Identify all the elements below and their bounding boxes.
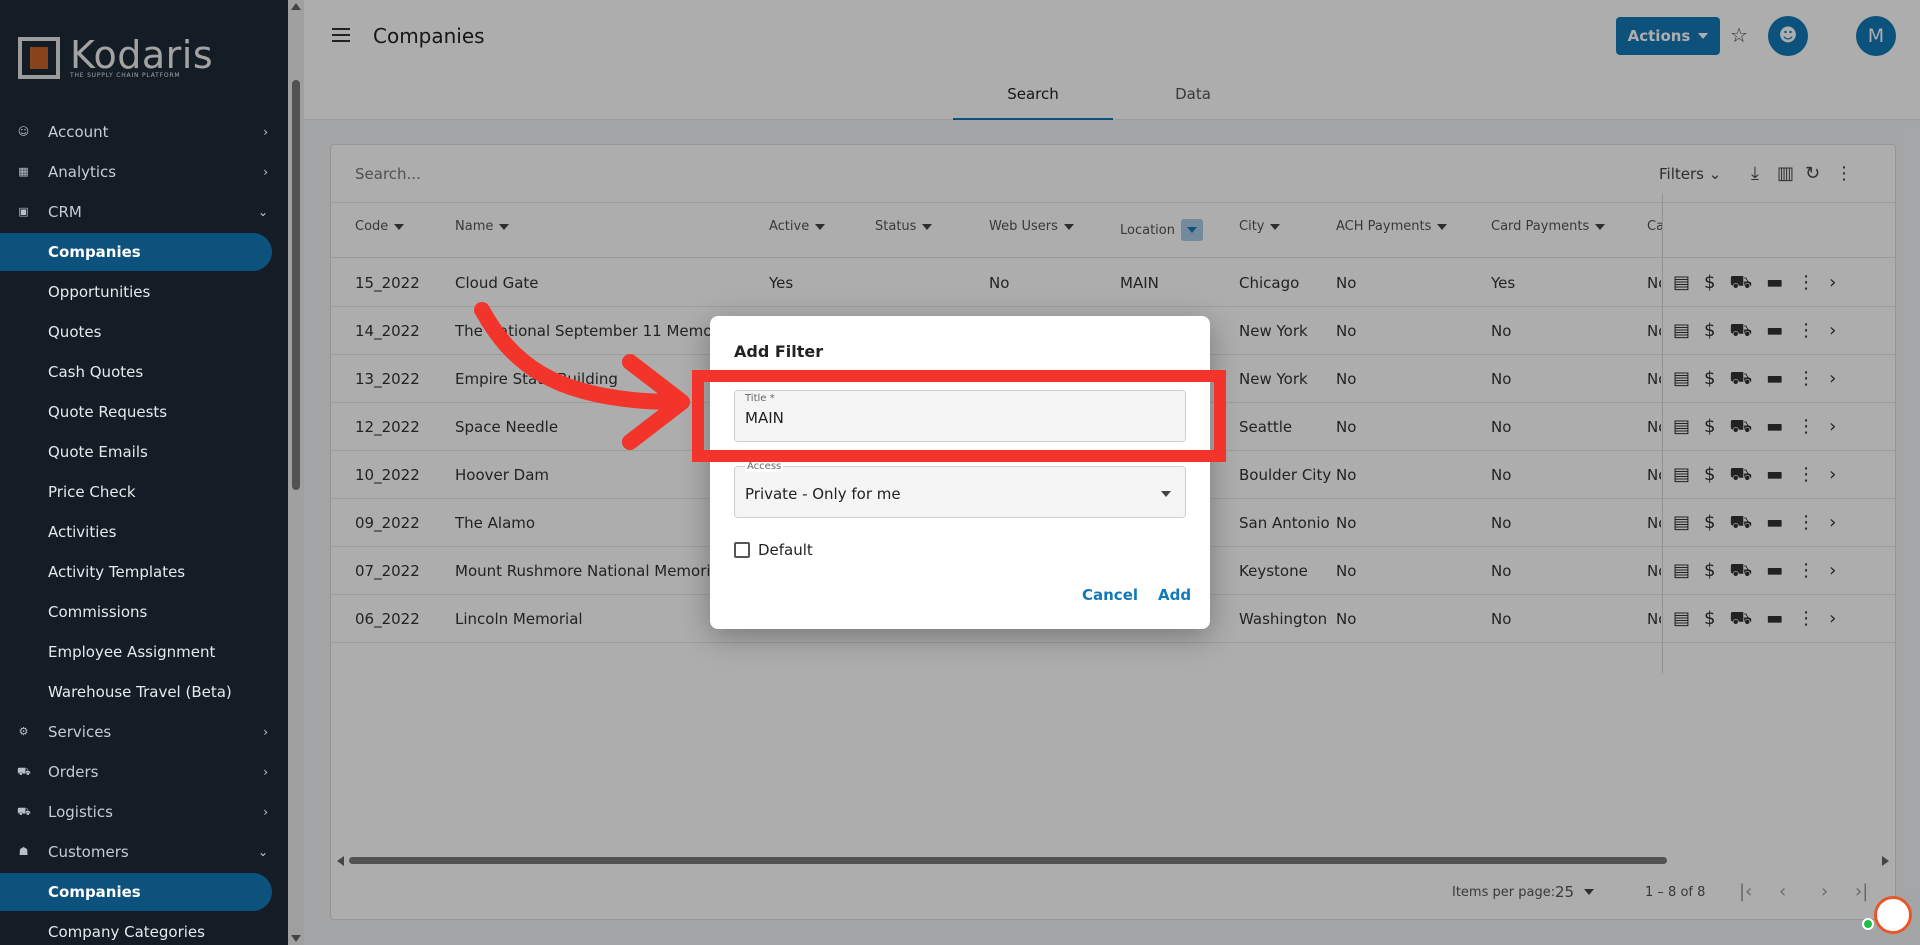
services-icon: ⚙ [18, 725, 29, 738]
sidebar-item-label: Services [48, 723, 112, 741]
sidebar-item-label: Logistics [48, 803, 113, 821]
sidebar-item-label: Opportunities [48, 283, 151, 301]
sidebar-item-label: Employee Assignment [48, 643, 216, 661]
customers-icon: ☗ [18, 845, 29, 858]
sidebar-item-label: Cash Quotes [48, 363, 144, 381]
account-icon: ☺ [17, 125, 30, 138]
dialog-title: Add Filter [734, 342, 824, 361]
sidebar-item-label: Warehouse Travel (Beta) [48, 683, 232, 701]
chat-support-icon[interactable] [1874, 896, 1912, 934]
sidebar-item-label: Customers [48, 843, 129, 861]
access-field-value: Private - Only for me [745, 485, 901, 503]
highlight-box [692, 370, 1226, 462]
arrow-shaft [474, 302, 678, 410]
sidebar-item-label: Price Check [48, 483, 136, 501]
chevron-right-icon: › [263, 805, 268, 819]
orders-icon: ⛟ [17, 765, 31, 778]
chevron-right-icon: › [263, 725, 268, 739]
sidebar-item-label: Quote Requests [48, 403, 168, 421]
default-checkbox[interactable] [734, 542, 750, 558]
sidebar-item-label: Orders [48, 763, 99, 781]
sidebar-item-label: Quotes [48, 323, 102, 341]
chevron-right-icon: › [263, 165, 268, 179]
sidebar-item-label: Activity Templates [48, 563, 186, 581]
sidebar-item-label: Activities [48, 523, 117, 541]
sidebar-item-label: Companies [48, 243, 141, 261]
sidebar-item-label: Company Categories [48, 923, 205, 941]
sidebar-item-label: Quote Emails [48, 443, 148, 461]
chevron-right-icon: › [263, 765, 268, 779]
sidebar-item-label: Companies [48, 883, 141, 901]
analytics-icon: ▦ [18, 165, 29, 178]
logistics-icon: ⛟ [17, 805, 31, 818]
access-select[interactable]: Access Private - Only for me [734, 461, 1186, 518]
add-button[interactable]: Add [1158, 586, 1191, 604]
chevron-right-icon: › [263, 125, 268, 139]
crm-icon: ▣ [18, 205, 29, 218]
sidebar-item-label: CRM [48, 203, 82, 221]
access-field-label: Access [745, 461, 784, 472]
sidebar-item-label: Account [48, 123, 109, 141]
chevron-down-icon: ⌄ [257, 845, 268, 859]
sidebar-item-label: Commissions [48, 603, 148, 621]
dropdown-arrow-icon [1161, 491, 1171, 497]
default-label: Default [758, 541, 813, 559]
chevron-down-icon: ⌄ [257, 205, 268, 219]
sidebar-item-label: Analytics [48, 163, 117, 181]
annotation-arrow [474, 302, 690, 450]
online-status-dot [1862, 918, 1874, 930]
add-filter-dialog: Add Filter Title * MAIN Access Private -… [710, 316, 1210, 629]
cancel-button[interactable]: Cancel [1082, 586, 1138, 604]
